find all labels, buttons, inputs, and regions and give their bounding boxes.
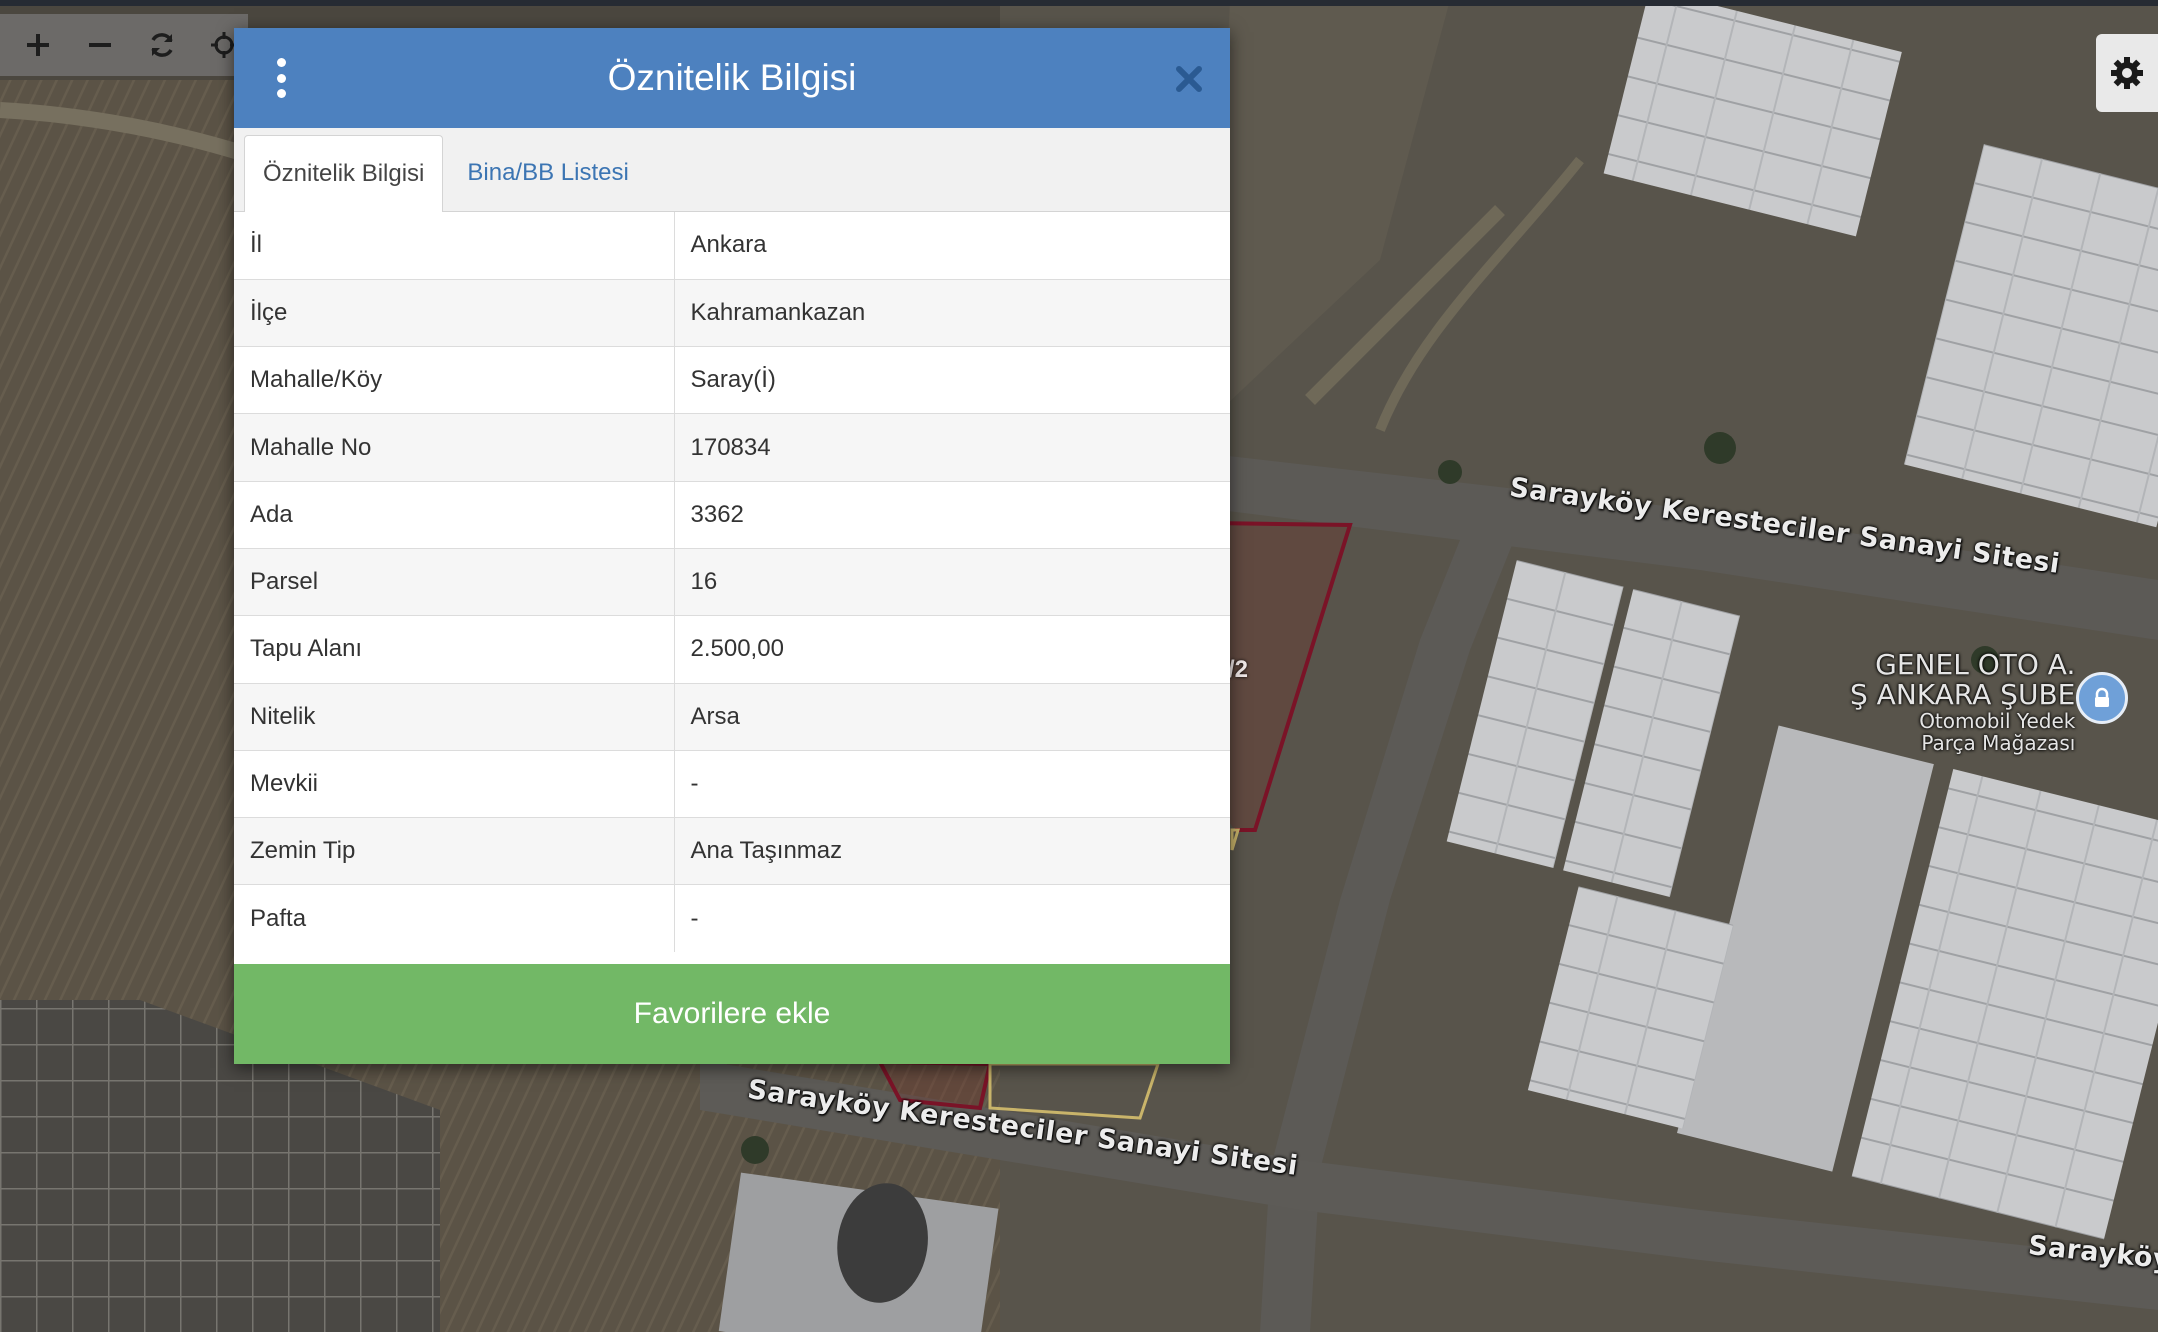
attribute-key: Tapu Alanı: [234, 615, 675, 684]
attribute-value: 170834: [674, 413, 1230, 482]
close-icon: [1176, 66, 1202, 92]
attribute-key: İlçe: [234, 278, 675, 347]
attribute-value: 2.500,00: [674, 615, 1230, 684]
attribute-value: Ankara: [690, 231, 767, 259]
attribute-key: Mahalle/Köy: [234, 346, 675, 414]
panel-close-button[interactable]: [1172, 62, 1206, 96]
poi-label[interactable]: GENEL OTO A. Ş ANKARA ŞUBE Otomobil Yede…: [1850, 648, 2076, 755]
attribute-value: Ana Taşınmaz: [674, 817, 1230, 885]
top-strip: [0, 0, 2158, 6]
attribute-value: -: [674, 749, 1230, 818]
table-row: Mahalle No 170834: [234, 413, 1230, 482]
table-row: İlçe Kahramankazan: [234, 278, 1230, 347]
zoom-in-button[interactable]: [14, 21, 62, 69]
poi-name-line1: GENEL OTO A.: [1875, 648, 2076, 681]
table-row: Pafta -: [234, 884, 1230, 953]
map-toolbar: [0, 14, 248, 76]
table-row: Parsel 16: [234, 547, 1230, 616]
parcel-tag: /2: [1228, 656, 1249, 683]
panel-tabs: Öznitelik Bilgisi Bina/BB Listesi: [234, 128, 1230, 212]
zoom-out-button[interactable]: [76, 21, 124, 69]
attribute-key: Zemin Tip: [234, 817, 675, 885]
attribute-key: Mahalle No: [234, 413, 675, 482]
poi-name-line2: Ş ANKARA ŞUBE: [1850, 678, 2076, 711]
panel-menu-button[interactable]: [270, 58, 292, 98]
gear-icon: [2111, 57, 2143, 89]
panel-header: Öznitelik Bilgisi: [234, 28, 1230, 128]
minus-icon: [89, 43, 111, 47]
poi-marker[interactable]: [2076, 672, 2128, 724]
attribute-key: İl: [234, 212, 675, 280]
lock-icon: [2095, 687, 2109, 707]
refresh-button[interactable]: [138, 21, 186, 69]
attribute-value: -: [674, 884, 1230, 953]
table-row: Zemin Tip Ana Taşınmaz: [234, 817, 1230, 885]
attribute-value: 16: [674, 547, 1230, 616]
tab-attribute-info[interactable]: Öznitelik Bilgisi: [244, 135, 444, 212]
tab-building-list[interactable]: Bina/BB Listesi: [449, 135, 646, 211]
poi-type-line2: Parça Mağazası: [1921, 731, 2076, 755]
vertical-dots-icon: [276, 58, 286, 67]
attribute-value: Kahramankazan: [674, 278, 1230, 347]
attribute-key: Parsel: [234, 547, 675, 616]
panel-title: Öznitelik Bilgisi: [607, 57, 857, 98]
plus-icon: [27, 34, 49, 56]
table-row: Ada 3362: [234, 480, 1230, 549]
attribute-value: Saray(İ): [674, 346, 1230, 414]
attribute-value: 3362: [674, 480, 1230, 549]
table-row: İl Ankara: [234, 212, 1230, 280]
attribute-panel: Öznitelik Bilgisi Öznitelik Bilgisi Bina…: [234, 28, 1230, 1064]
attribute-key: Pafta: [234, 884, 675, 953]
add-to-favorites-button[interactable]: Favorilere ekle: [234, 964, 1230, 1064]
table-row: Mahalle/Köy Saray(İ): [234, 346, 1230, 414]
poi-type-line1: Otomobil Yedek: [1919, 709, 2076, 733]
attribute-key: Ada: [234, 480, 675, 549]
table-row: Mevkii -: [234, 749, 1230, 818]
attribute-key: Nitelik: [234, 682, 675, 751]
table-row: Tapu Alanı 2.500,00: [234, 615, 1230, 684]
attribute-key: Mevkii: [234, 749, 675, 818]
settings-button[interactable]: [2096, 34, 2158, 112]
table-row: Nitelik Arsa: [234, 682, 1230, 751]
refresh-icon: [151, 33, 173, 57]
attribute-value: Arsa: [674, 682, 1230, 751]
attribute-table: İl Ankara İlçe Kahramankazan Mahalle/Köy…: [234, 212, 1230, 953]
